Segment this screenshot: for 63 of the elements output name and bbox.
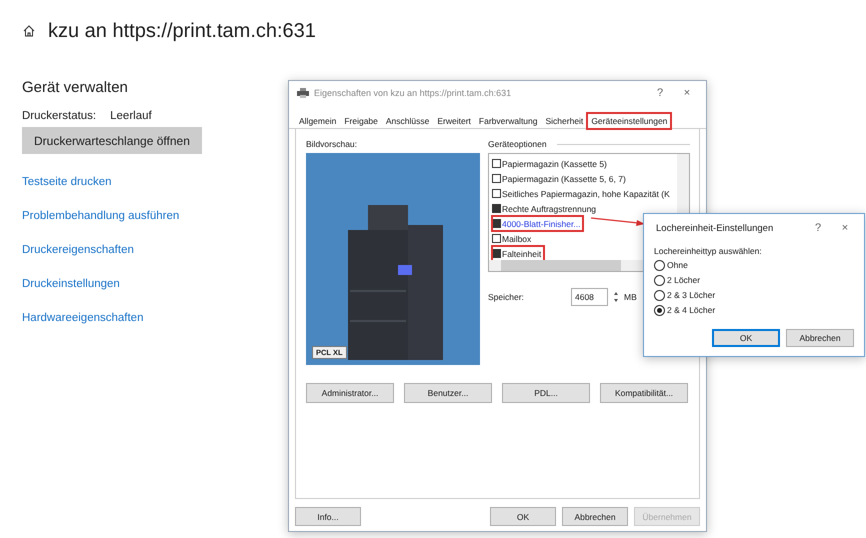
checkbox[interactable]	[492, 174, 501, 183]
status-value: Leerlauf	[110, 110, 152, 122]
settings-link[interactable]: Druckereigenschaften	[22, 242, 134, 258]
radio-option[interactable]: 2 Löcher	[654, 274, 700, 286]
help-button[interactable]: ?	[807, 222, 829, 234]
settings-link[interactable]: Druckeinstellungen	[22, 276, 120, 292]
page-title: kzu an https://print.tam.ch:631	[48, 20, 316, 42]
memory-label: Speicher:	[488, 292, 525, 302]
dialog-button[interactable]: OK	[712, 329, 780, 347]
dialog-button[interactable]: PDL...	[502, 383, 590, 403]
tab[interactable]: Sicherheit	[542, 113, 588, 128]
option-item[interactable]: Falteinheit	[492, 246, 544, 261]
printer-icon	[297, 88, 309, 98]
options-label: Geräteoptionen	[488, 139, 547, 149]
dialog-button[interactable]: Abbrechen	[786, 329, 854, 347]
arrow-drawing	[590, 217, 645, 226]
close-button[interactable]: ×	[676, 87, 698, 99]
radio-button[interactable]	[654, 274, 665, 286]
dialog-button[interactable]: Abbrechen	[562, 507, 628, 526]
close-button[interactable]: ×	[834, 222, 856, 234]
tab[interactable]: Allgemein	[295, 113, 340, 128]
radio-button[interactable]	[654, 304, 665, 316]
dialog-button[interactable]: Administrator...	[306, 383, 394, 403]
tab[interactable]: Anschlüsse	[382, 113, 434, 128]
option-item[interactable]: Papiermagazin (Kassette 5, 6, 7)	[492, 171, 626, 186]
checkbox[interactable]	[492, 204, 501, 213]
prompt-label: Lochereinheittyp auswählen:	[654, 246, 763, 256]
option-item[interactable]: Mailbox	[492, 231, 532, 246]
radio-button[interactable]	[654, 290, 665, 300]
dialog-title: Eigenschaften von kzu an https://print.tam.ch:631	[314, 88, 512, 98]
radio-option[interactable]: 2 & 4 Löcher	[654, 304, 716, 316]
checkbox[interactable]	[492, 219, 501, 228]
option-item[interactable]: Seitliches Papiermagazin, hohe Kapazität (K	[492, 186, 670, 201]
status-label: Druckerstatus:	[22, 110, 96, 122]
dialog-button[interactable]: Benutzer...	[404, 383, 492, 403]
checkbox[interactable]	[492, 189, 501, 198]
dialog-button[interactable]: Kompatibilität...	[600, 383, 688, 403]
memory-field[interactable]: 4608	[571, 288, 608, 306]
home-icon[interactable]	[22, 24, 36, 38]
checkbox[interactable]	[492, 234, 501, 243]
tab[interactable]: Farbverwaltung	[474, 113, 542, 128]
checkbox[interactable]	[492, 249, 501, 258]
dialog-button[interactable]: OK	[490, 507, 556, 526]
memory-unit: MB	[624, 292, 637, 302]
preview-label: Bildvorschau:	[306, 139, 358, 149]
settings-link[interactable]: Problembehandlung ausführen	[22, 208, 180, 224]
radio-option[interactable]: Ohne	[654, 259, 688, 271]
help-button[interactable]: ?	[649, 87, 671, 99]
option-item[interactable]: 4000-Blatt-Finisher...	[492, 216, 584, 231]
radio-option[interactable]: 2 & 3 Löcher	[654, 289, 716, 301]
radio-button[interactable]	[654, 260, 665, 270]
settings-link[interactable]: Testseite drucken	[22, 174, 112, 190]
option-item[interactable]: Rechte Auftragstrennung	[492, 201, 596, 216]
tab[interactable]: Freigabe	[340, 113, 382, 128]
dialog-button[interactable]: Info...	[295, 507, 361, 526]
option-item[interactable]: Papiermagazin (Kassette 5)	[492, 156, 607, 171]
tab[interactable]: Geräteeinstellungen	[587, 113, 672, 129]
dialog-title: Lochereinheit-Einstellungen	[656, 222, 774, 234]
tab[interactable]: Erweitert	[433, 113, 475, 128]
section-title: Gerät verwalten	[22, 79, 128, 96]
settings-link[interactable]: Hardwareeigenschaften	[22, 310, 144, 326]
open-queue-button[interactable]: Druckerwarteschlange öffnen	[22, 127, 202, 154]
checkbox[interactable]	[492, 159, 501, 168]
